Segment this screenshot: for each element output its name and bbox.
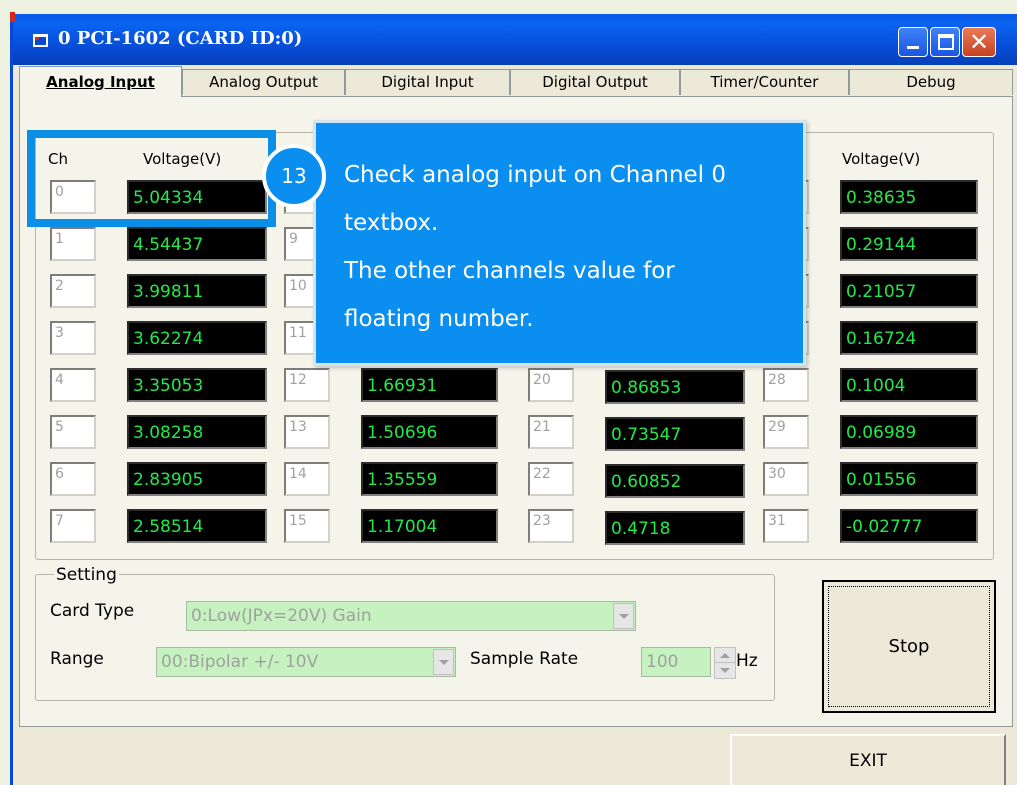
range-value: 00:Bipolar +/- 10V (161, 652, 319, 672)
channel-number[interactable]: 13 (284, 415, 330, 449)
channel-number[interactable]: 2 (50, 274, 96, 308)
card-type-value: 0:Low(JPx=20V) Gain (191, 606, 372, 626)
sample-rate-label: Sample Rate (470, 649, 579, 669)
voltage-readout: 0.60852 (605, 464, 745, 498)
instruction-callout: Check analog input on Channel 0 textbox.… (313, 120, 806, 366)
voltage-readout: 1.35559 (361, 462, 498, 496)
maximize-icon (938, 34, 954, 50)
channel-number[interactable]: 30 (763, 462, 809, 496)
card-type-select[interactable]: 0:Low(JPx=20V) Gain (186, 601, 636, 631)
tab-label: Debug (906, 73, 956, 91)
channel-number[interactable]: 20 (528, 368, 574, 402)
tab-analog-input[interactable]: Analog Input (19, 66, 182, 97)
voltage-readout: 0.06989 (840, 415, 978, 449)
header-voltage: Voltage(V) (842, 150, 921, 168)
range-label: Range (50, 649, 104, 669)
window-title: 0 PCI-1602 (CARD ID:0) (58, 28, 303, 49)
voltage-readout: 0.73547 (605, 417, 745, 451)
channel-number[interactable]: 22 (528, 462, 574, 496)
exit-button[interactable]: EXIT (730, 734, 1006, 785)
tab-timer-counter[interactable]: Timer/Counter (680, 69, 849, 95)
voltage-readout: 0.1004 (840, 368, 978, 402)
card-type-label: Card Type (50, 601, 135, 621)
minimize-button[interactable] (898, 27, 928, 57)
voltage-readout: 0.86853 (605, 370, 745, 404)
callout-line: Check analog input on Channel 0 (344, 162, 727, 188)
window-edge-marker (10, 12, 15, 22)
voltage-readout: 3.62274 (127, 321, 267, 355)
voltage-readout: 0.01556 (840, 462, 978, 496)
channel-number[interactable]: 23 (528, 509, 574, 543)
setting-legend: Setting (54, 565, 119, 585)
tab-digital-input[interactable]: Digital Input (345, 69, 510, 95)
voltage-readout: 0.4718 (605, 511, 745, 545)
voltage-readout: 1.17004 (361, 509, 498, 543)
channel-number[interactable]: 28 (763, 368, 809, 402)
callout-line: textbox. (344, 210, 439, 236)
voltage-readout: 3.35053 (127, 368, 267, 402)
step-number-badge: 13 (262, 144, 326, 208)
tab-label: Digital Input (381, 73, 474, 91)
channel-number[interactable]: 7 (50, 509, 96, 543)
voltage-readout: 4.54437 (127, 227, 267, 261)
voltage-readout: 0.16724 (840, 321, 978, 355)
close-icon: ✕ (968, 28, 990, 56)
callout-line: floating number. (344, 306, 534, 332)
sample-rate-unit: Hz (736, 651, 758, 671)
app-icon (33, 34, 48, 47)
sample-rate-input[interactable]: 100 (641, 647, 711, 677)
tab-digital-output[interactable]: Digital Output (510, 69, 680, 95)
maximize-button[interactable] (930, 27, 960, 57)
voltage-readout: 0.21057 (840, 274, 978, 308)
channel-number[interactable]: 1 (50, 227, 96, 261)
channel-0-highlight (27, 130, 276, 227)
callout-line: The other channels value for (344, 258, 675, 284)
voltage-readout: 2.83905 (127, 462, 267, 496)
channel-number[interactable]: 29 (763, 415, 809, 449)
spin-up-icon[interactable] (715, 648, 735, 663)
channel-number[interactable]: 4 (50, 368, 96, 402)
stop-button[interactable]: Stop (822, 580, 996, 713)
tab-analog-output[interactable]: Analog Output (182, 69, 345, 95)
spin-down-icon[interactable] (715, 663, 735, 678)
tab-label: Timer/Counter (710, 73, 819, 91)
channel-number[interactable]: 3 (50, 321, 96, 355)
sample-rate-stepper[interactable] (714, 647, 736, 679)
setting-group (35, 574, 775, 701)
tab-debug[interactable]: Debug (849, 69, 1013, 95)
title-bar[interactable]: 0 PCI-1602 (CARD ID:0) ✕ (13, 14, 1017, 65)
sample-rate-value: 100 (646, 652, 679, 672)
chevron-down-icon[interactable] (433, 649, 454, 675)
channel-number[interactable]: 31 (763, 509, 809, 543)
close-button[interactable]: ✕ (962, 27, 996, 57)
channel-number[interactable]: 12 (284, 368, 330, 402)
focus-rect (828, 586, 990, 707)
tab-label: Analog Output (209, 73, 318, 91)
channel-number[interactable]: 6 (50, 462, 96, 496)
range-select[interactable]: 00:Bipolar +/- 10V (156, 647, 456, 677)
channel-number[interactable]: 21 (528, 415, 574, 449)
channel-number[interactable]: 5 (50, 415, 96, 449)
chevron-down-icon[interactable] (613, 603, 634, 629)
voltage-readout: -0.02777 (840, 509, 978, 543)
voltage-readout: 0.29144 (840, 227, 978, 261)
voltage-readout: 3.08258 (127, 415, 267, 449)
exit-button-label: EXIT (849, 751, 887, 771)
voltage-readout: 2.58514 (127, 509, 267, 543)
voltage-readout: 1.50696 (361, 415, 498, 449)
tab-label: Analog Input (46, 73, 155, 91)
voltage-readout: 3.99811 (127, 274, 267, 308)
voltage-readout: 0.38635 (840, 180, 978, 214)
voltage-readout: 1.66931 (361, 368, 498, 402)
minimize-icon (907, 46, 919, 49)
channel-number[interactable]: 14 (284, 462, 330, 496)
tab-label: Digital Output (542, 73, 648, 91)
channel-number[interactable]: 15 (284, 509, 330, 543)
